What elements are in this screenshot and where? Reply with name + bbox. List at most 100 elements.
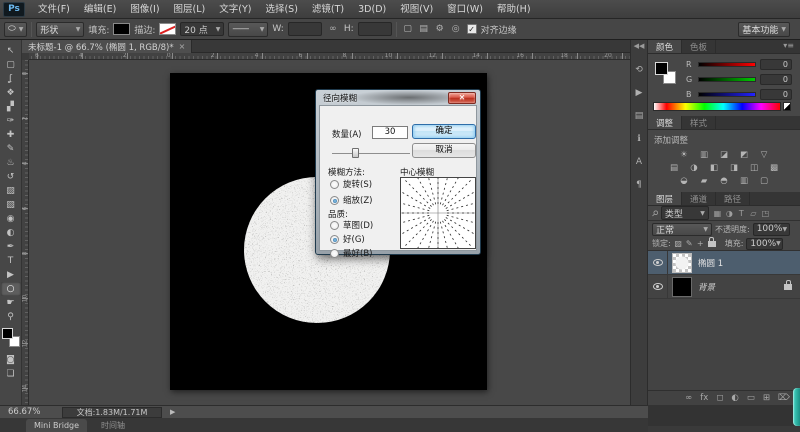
levels-icon[interactable]: ▥	[697, 149, 711, 160]
lock-position-icon[interactable]: +	[696, 239, 705, 248]
pen-tool[interactable]: ✒	[1, 240, 21, 254]
panel-tab[interactable]: 图层	[648, 192, 682, 205]
layer-row-ellipse[interactable]: 椭圆 1	[648, 251, 800, 275]
curves-icon[interactable]: ◪	[717, 149, 731, 160]
fill-color-swatch[interactable]	[113, 23, 130, 35]
blur-tool[interactable]: ◉	[1, 212, 21, 226]
horizontal-ruler[interactable]: 64202468101214161820	[22, 53, 630, 60]
path-selection-tool[interactable]: ▶	[1, 268, 21, 282]
add-layer-mask-icon[interactable]: ◻	[716, 393, 723, 403]
layer-name[interactable]: 背景	[698, 281, 715, 293]
posterize-icon[interactable]: ▰	[697, 175, 711, 186]
scrollbar-thumb[interactable]	[793, 388, 800, 426]
workspace-switcher[interactable]: 基本功能▼	[738, 22, 790, 37]
blend-mode-select[interactable]: 正常▼	[652, 223, 712, 236]
clone-stamp-tool[interactable]: ♨	[1, 156, 21, 170]
menu-item[interactable]: 3D(D)	[351, 0, 393, 19]
delete-layer-icon[interactable]: ⌦	[778, 393, 790, 403]
panel-menu-icon[interactable]: ▾≡	[783, 41, 798, 50]
panel-tab[interactable]: 路径	[716, 192, 750, 205]
panel-tab[interactable]: 通道	[682, 192, 716, 205]
quality-radio[interactable]: 最好(B)	[330, 247, 373, 259]
gradient-tool[interactable]: ▧	[1, 198, 21, 212]
layer-name[interactable]: 椭圆 1	[698, 257, 723, 269]
exposure-icon[interactable]: ◩	[737, 149, 751, 160]
red-value[interactable]: 0	[760, 59, 792, 70]
close-tab-icon[interactable]: ×	[179, 42, 186, 51]
menu-item[interactable]: 图像(I)	[123, 0, 166, 19]
photo-filter-icon[interactable]: ◨	[727, 162, 741, 173]
layer-thumbnail[interactable]	[672, 253, 692, 273]
quality-radio[interactable]: 草图(D)	[330, 219, 373, 231]
blur-method-radio[interactable]: 缩放(Z)	[330, 194, 372, 206]
expand-panels-icon[interactable]: ◀◀	[634, 42, 645, 54]
filter-adjustment-layers-icon[interactable]: ◑	[724, 209, 735, 218]
lock-pixels-icon[interactable]: ✎	[685, 239, 694, 248]
zoom-level-field[interactable]: 66.67%	[8, 407, 48, 417]
timeline-tab[interactable]: 时间轴	[93, 419, 133, 432]
ellipse-tool[interactable]: ○	[1, 282, 21, 296]
path-arrangement-icon[interactable]: ⚙	[433, 24, 447, 34]
stroke-width-field[interactable]: 20 点▼	[180, 22, 224, 36]
history-panel-icon[interactable]: ⟲	[631, 63, 647, 77]
layer-style-icon[interactable]: fx	[700, 393, 708, 403]
geometry-options-icon[interactable]: ◎	[449, 24, 463, 34]
link-layers-icon[interactable]: ∞	[685, 393, 692, 403]
stroke-color-swatch[interactable]	[159, 23, 176, 35]
panel-tab[interactable]: 调整	[648, 116, 682, 129]
hue-saturation-icon[interactable]: ▤	[667, 162, 681, 173]
menu-item[interactable]: 窗口(W)	[440, 0, 490, 19]
dodge-tool[interactable]: ◐	[1, 226, 21, 240]
align-edges-checkbox[interactable]: ✓	[467, 24, 477, 34]
panel-tab[interactable]: 样式	[682, 116, 716, 129]
panel-tab[interactable]: 颜色	[648, 40, 682, 53]
panel-tab[interactable]: 色板	[682, 40, 716, 53]
zoom-tool[interactable]: ⚲	[1, 310, 21, 324]
blur-center-preview[interactable]	[400, 177, 476, 249]
color-lookup-icon[interactable]: ▩	[767, 162, 781, 173]
quality-radio[interactable]: 好(G)	[330, 233, 373, 245]
quick-selection-tool[interactable]: ❖	[1, 86, 21, 100]
fill-field[interactable]: 100%▼	[746, 238, 783, 250]
hand-tool[interactable]: ☛	[1, 296, 21, 310]
eraser-tool[interactable]: ▨	[1, 184, 21, 198]
filter-shape-layers-icon[interactable]: ▱	[748, 209, 759, 218]
info-panel-icon[interactable]: ℹ	[631, 132, 647, 146]
lasso-tool[interactable]: ʆ	[1, 72, 21, 86]
bw-ramp-end[interactable]	[783, 102, 791, 111]
close-button[interactable]: ✕	[448, 92, 476, 104]
selective-color-icon[interactable]: ▢	[757, 175, 771, 186]
path-alignment-icon[interactable]: ▤	[417, 24, 431, 34]
brightness-contrast-icon[interactable]: ☀	[677, 149, 691, 160]
amount-slider[interactable]	[332, 148, 410, 158]
menu-item[interactable]: 图层(L)	[167, 0, 213, 19]
slider-thumb[interactable]	[352, 148, 359, 158]
mini-bridge-tab[interactable]: Mini Bridge	[26, 419, 87, 432]
color-balance-icon[interactable]: ◑	[687, 162, 701, 173]
visibility-toggle[interactable]	[648, 275, 668, 298]
menu-item[interactable]: 选择(S)	[258, 0, 304, 19]
foreground-color-swatch[interactable]	[655, 62, 668, 75]
visibility-toggle[interactable]	[648, 251, 668, 274]
ok-button[interactable]: 确定	[412, 124, 476, 139]
dialog-title-bar[interactable]: 径向模糊 ✕	[319, 90, 477, 105]
character-panel-icon[interactable]: A	[631, 155, 647, 169]
quick-mask-button[interactable]: ◙	[1, 353, 21, 367]
vertical-ruler[interactable]: 02468101214	[22, 60, 29, 405]
new-group-icon[interactable]: ▭	[747, 393, 755, 403]
layer-thumbnail[interactable]	[672, 277, 692, 297]
red-slider[interactable]	[698, 62, 756, 67]
document-tab[interactable]: 未标题-1 @ 66.7% (椭圆 1, RGB/8)* ×	[22, 40, 192, 53]
eyedropper-tool[interactable]: ✑	[1, 114, 21, 128]
path-operations-icon[interactable]: ▢	[401, 24, 415, 34]
type-tool[interactable]: T	[1, 254, 21, 268]
invert-icon[interactable]: ◒	[677, 175, 691, 186]
foreground-color-swatch[interactable]	[2, 328, 13, 339]
green-value[interactable]: 0	[760, 74, 792, 85]
stroke-style-select[interactable]: ——▼	[228, 22, 268, 37]
blue-value[interactable]: 0	[760, 89, 792, 100]
gradient-map-icon[interactable]: ▥	[737, 175, 751, 186]
lock-transparency-icon[interactable]: ▨	[674, 239, 683, 248]
healing-brush-tool[interactable]: ✚	[1, 128, 21, 142]
shape-height-field[interactable]	[358, 22, 392, 36]
